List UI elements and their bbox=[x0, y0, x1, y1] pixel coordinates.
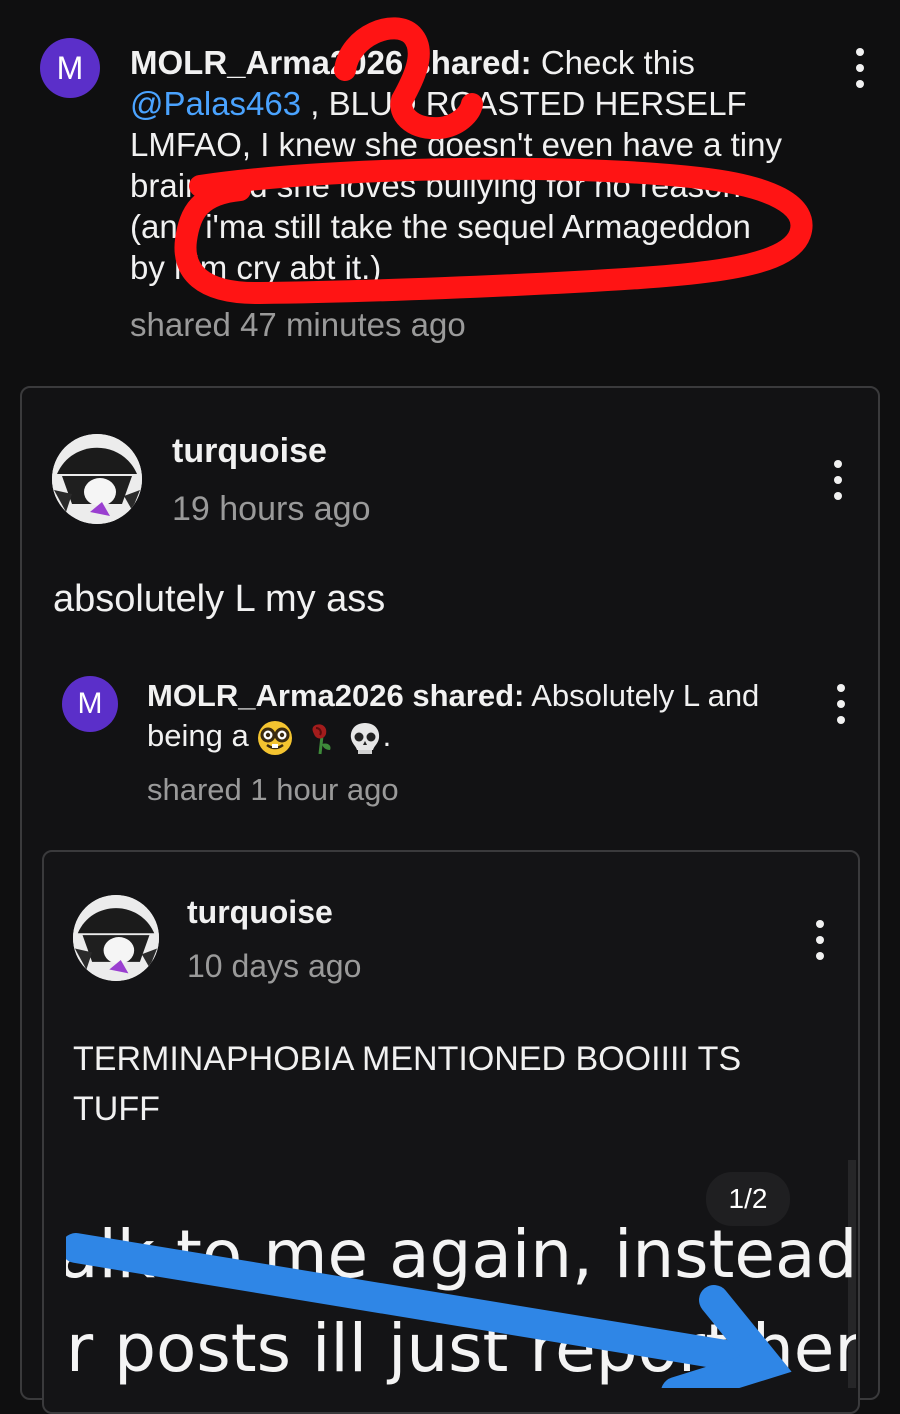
character-avatar-icon bbox=[52, 434, 142, 524]
comment-body: absolutely L my ass bbox=[53, 578, 386, 620]
nested-share-more-icon[interactable] bbox=[829, 684, 853, 724]
skull-emoji-icon bbox=[350, 722, 379, 754]
nested-share-avatar[interactable]: M bbox=[62, 676, 118, 732]
nested-share-author[interactable]: MOLR_Arma2026 bbox=[147, 678, 404, 713]
image-counter-badge: 1/2 bbox=[706, 1172, 790, 1226]
inner-turquoise-avatar[interactable] bbox=[73, 895, 159, 981]
comment-username[interactable]: turquoise bbox=[172, 432, 327, 471]
inner-post-username[interactable]: turquoise bbox=[187, 894, 333, 931]
wilted-rose-emoji-icon bbox=[312, 724, 331, 754]
character-avatar-icon bbox=[73, 895, 159, 981]
turquoise-avatar[interactable] bbox=[52, 434, 142, 524]
inner-post-timestamp: 10 days ago bbox=[187, 948, 362, 984]
nested-share-timestamp: shared 1 hour ago bbox=[147, 772, 399, 807]
nerd-face-emoji-icon bbox=[258, 720, 293, 755]
inner-post-body: TERMINAPHOBIA MENTIONED BOOIIII TS TUFF bbox=[73, 1040, 742, 1128]
red-scribble-annotation bbox=[174, 17, 813, 305]
nested-share-text: MOLR_Arma2026 shared: Absolutely L and b… bbox=[147, 676, 797, 756]
comment-timestamp: 19 hours ago bbox=[172, 490, 371, 528]
inner-post-more-icon[interactable] bbox=[808, 920, 832, 960]
comment-more-icon[interactable] bbox=[826, 460, 850, 500]
